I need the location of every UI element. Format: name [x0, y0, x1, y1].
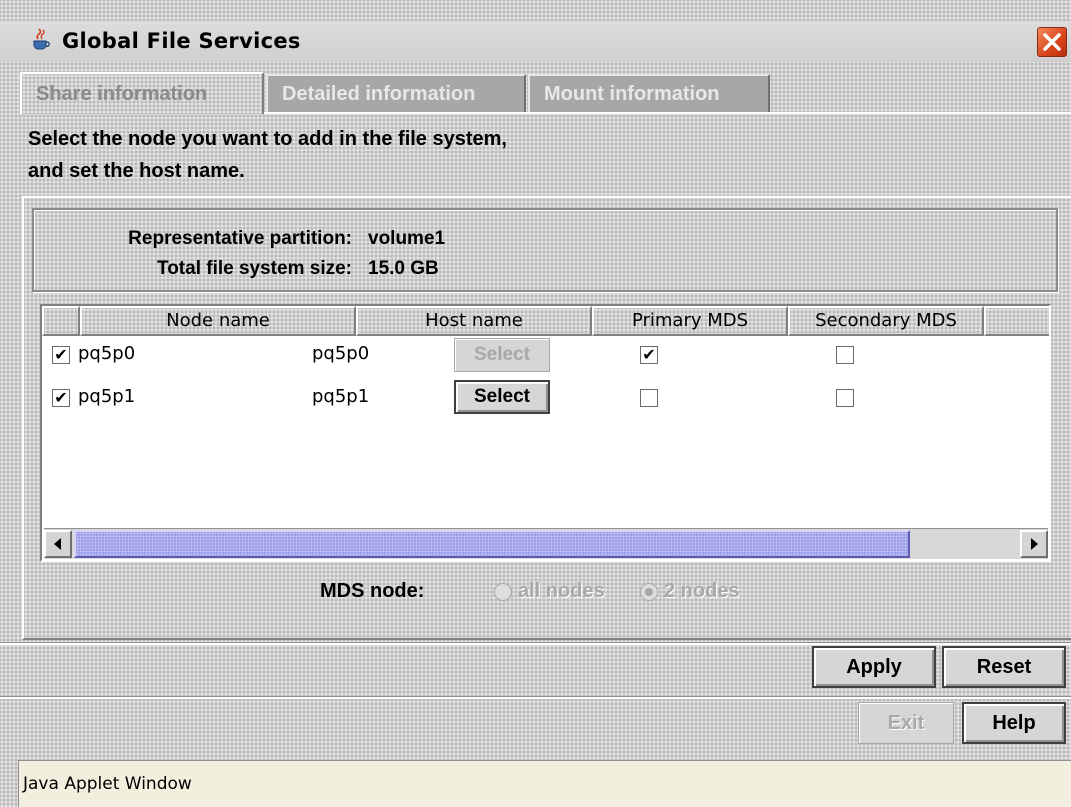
reset-button[interactable]: Reset	[942, 646, 1066, 688]
radio-all-nodes-label: all nodes	[518, 580, 605, 602]
help-label: Help	[992, 711, 1036, 734]
scroll-left-button[interactable]	[44, 530, 72, 558]
column-header-check[interactable]	[42, 306, 80, 336]
column-header-node-name[interactable]: Node name	[80, 306, 356, 336]
select-label: Select	[474, 386, 530, 407]
secondary-mds-checkbox[interactable]	[836, 346, 854, 364]
help-button[interactable]: Help	[962, 702, 1066, 744]
table-header: Node name Host name Primary MDS Secondar…	[42, 306, 1049, 336]
column-header-host-name[interactable]: Host name	[356, 306, 592, 336]
java-cup-icon	[33, 28, 50, 50]
host-name-cell[interactable]: pq5p0	[312, 343, 369, 364]
select-host-button[interactable]: Select	[454, 380, 550, 414]
row-checkbox[interactable]: ✔	[52, 389, 70, 407]
tab-detailed-information[interactable]: Detailed information	[266, 74, 526, 112]
mds-node-label: MDS node:	[320, 580, 425, 602]
node-name-cell: pq5p0	[78, 343, 136, 364]
column-header-primary-mds[interactable]: Primary MDS	[592, 306, 788, 336]
instruction-line-2: and set the host name.	[28, 160, 245, 182]
primary-mds-checkbox[interactable]	[640, 389, 658, 407]
apply-button[interactable]: Apply	[812, 646, 936, 688]
tab-share-information[interactable]: Share information	[20, 72, 264, 114]
apply-label: Apply	[846, 655, 902, 678]
representative-partition-value: volume1	[368, 228, 446, 249]
node-table: Node name Host name Primary MDS Secondar…	[40, 304, 1051, 562]
separator	[0, 696, 1071, 699]
exit-label: Exit	[887, 711, 925, 734]
window-title: Global File Services	[62, 29, 301, 53]
close-icon	[1043, 33, 1061, 51]
reset-label: Reset	[976, 655, 1032, 678]
primary-mds-checkbox[interactable]: ✔	[640, 346, 658, 364]
select-host-button[interactable]: Select	[454, 338, 550, 372]
close-button[interactable]	[1037, 27, 1067, 57]
tab-label: Share information	[36, 82, 208, 105]
tab-label: Mount information	[544, 82, 720, 105]
partition-info-box: Representative partition: volume1 Total …	[32, 208, 1058, 292]
select-label: Select	[474, 344, 530, 365]
tab-mount-information[interactable]: Mount information	[528, 74, 770, 112]
row-checkbox[interactable]: ✔	[52, 346, 70, 364]
arrow-right-icon	[1031, 538, 1038, 550]
column-header-mds[interactable]: MDS	[984, 306, 1049, 336]
scroll-right-button[interactable]	[1020, 530, 1048, 558]
horizontal-scrollbar[interactable]	[44, 528, 1048, 559]
column-header-secondary-mds[interactable]: Secondary MDS	[788, 306, 984, 336]
radio-2-nodes[interactable]	[640, 583, 658, 601]
separator	[0, 642, 1071, 645]
total-size-value: 15.0 GB	[368, 258, 439, 279]
node-name-cell: pq5p1	[78, 386, 136, 407]
tab-label: Detailed information	[282, 82, 476, 105]
arrow-left-icon	[54, 538, 61, 550]
representative-partition-label: Representative partition:	[128, 228, 352, 249]
scroll-thumb[interactable]	[74, 530, 910, 558]
radio-selected-dot	[645, 588, 653, 596]
radio-all-nodes[interactable]	[494, 583, 512, 601]
exit-button[interactable]: Exit	[858, 702, 954, 744]
tab-baseline	[264, 112, 1071, 114]
applet-status-bar: Java Applet Window	[18, 760, 1071, 807]
secondary-mds-checkbox[interactable]	[836, 389, 854, 407]
radio-2-nodes-label: 2 nodes	[664, 580, 740, 602]
instruction-line-1: Select the node you want to add in the f…	[28, 128, 507, 150]
total-size-label: Total file system size:	[157, 258, 352, 279]
host-name-cell[interactable]: pq5p1	[312, 386, 369, 407]
